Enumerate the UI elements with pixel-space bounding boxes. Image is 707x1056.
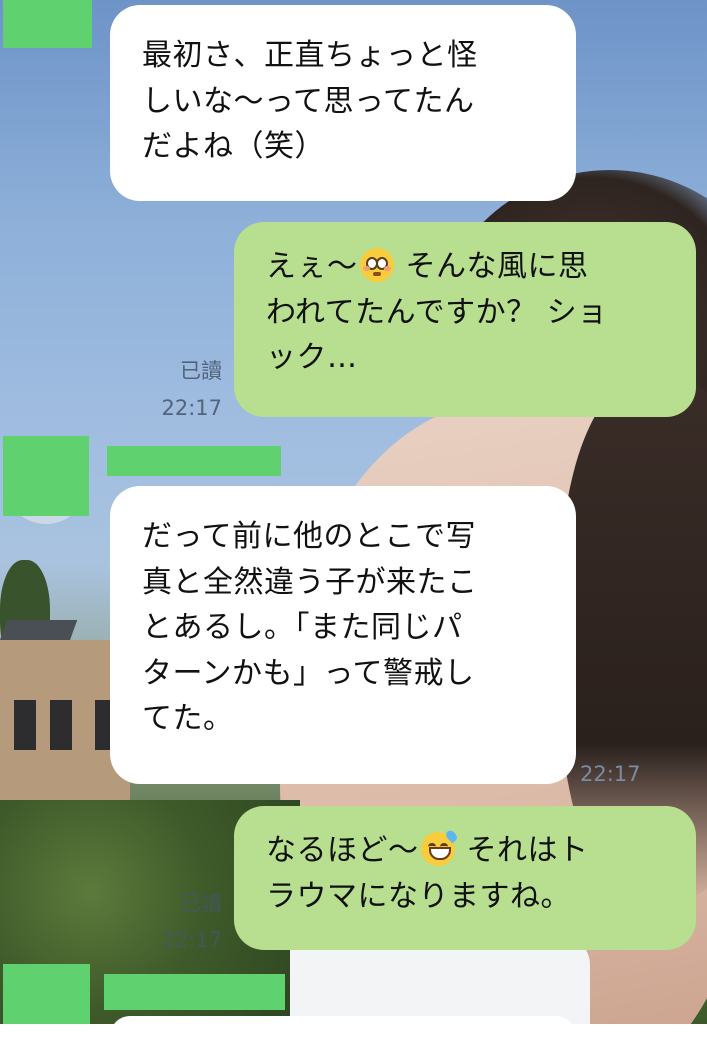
message-text-segment: それはト [456,833,589,868]
grinning-sweat-face-icon [420,828,459,866]
redacted-sender-name [107,446,281,476]
message-text-line: てた。 [142,701,234,736]
flushed-face-icon [359,248,394,282]
outgoing-message-bubble[interactable]: なるほど〜 それはト ラウマになりますね。 [234,806,696,950]
redacted-avatar [3,0,92,48]
message-text-line: ラウマになりますね。 [266,878,571,914]
incoming-message-bubble[interactable]: 最初さ、正直ちょっと怪 しいな〜って思ってたん だよね（笑） [110,5,576,201]
read-receipt: 已讀 [180,359,222,383]
message-timestamp: 22:17 [161,396,222,420]
message-timestamp: 22:17 [580,762,641,786]
incoming-message-bubble[interactable]: だって前に他のとこで写 真と全然違う子が来たこ とあるし。「また同じパ ターンか… [110,486,576,784]
redacted-avatar [3,964,90,1024]
message-text-line: なるほど〜 それはト [266,828,678,874]
read-receipt: 已讀 [180,892,222,916]
redacted-sender-name [104,974,285,1010]
message-text-line: ック… [266,340,358,375]
message-text-segment: えぇ〜 [266,249,358,284]
message-text-line: 最初さ、正直ちょっと怪 [142,38,478,73]
message-timestamp: 22:17 [161,928,222,952]
redacted-avatar [3,436,89,516]
message-text-line: われてたんですか？ ショ [266,294,608,330]
incoming-message-bubble-partial[interactable] [110,1016,576,1056]
message-text-line: とあるし。「また同じパ [142,610,463,645]
message-text-line: ターンかも」って警戒し [142,655,475,691]
message-text-line: だって前に他のとこで写 [142,519,476,554]
message-text-segment: なるほど〜 [266,833,419,868]
message-text-line: だよね（笑） [142,129,325,164]
message-text-line: しいな〜って思ってたん [142,83,475,119]
message-text-line: 真と全然違う子が来たこ [142,564,478,600]
outgoing-message-bubble[interactable]: えぇ〜 そんな風に思 われてたんですか？ ショ ック… [234,222,696,417]
message-text-segment: そんな風に思 [395,249,589,284]
message-text-line: えぇ〜 そんな風に思 [266,244,678,290]
